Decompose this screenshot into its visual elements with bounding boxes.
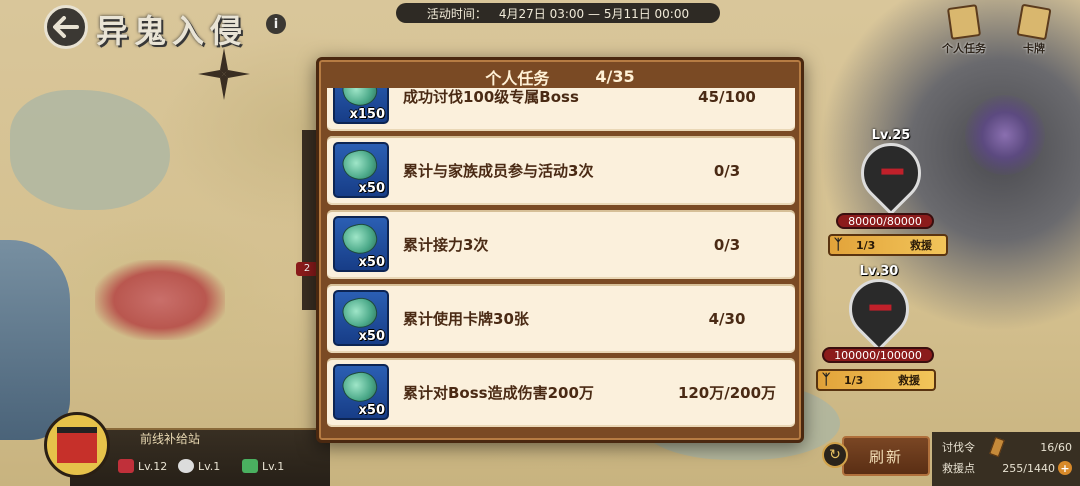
supply-station-avatar[interactable] [44, 412, 110, 478]
task-progress: 45/100 [698, 88, 756, 106]
task-row: x50 累计对Boss造成伤害200万 120万/200万 [327, 358, 795, 427]
compass-rose-icon [198, 48, 250, 100]
task-name: 累计对Boss造成伤害200万 [403, 384, 594, 402]
boss-level: Lv.30 [859, 264, 899, 279]
task-name: 累计使用卡牌30张 [403, 310, 529, 328]
boss-level: Lv.25 [871, 128, 911, 143]
page-title: 异鬼入侵 [96, 12, 249, 50]
personal-tasks-modal: 个人任务 4/35 x150 成功讨伐100级专属Boss 45/100 x50… [316, 57, 804, 443]
station-name: 前线补给站 [140, 432, 201, 446]
scroll-icon [946, 4, 982, 40]
cards-label: 卡牌 [1023, 42, 1045, 55]
refresh-button[interactable]: 刷新 [842, 436, 930, 476]
heart-icon [178, 459, 194, 473]
reward-icon[interactable]: x50 [333, 142, 389, 198]
task-row: x50 累计接力3次 0/3 [327, 210, 795, 279]
wave-decoration [0, 240, 70, 440]
reward-quantity: x150 [349, 107, 385, 122]
task-name: 累计与家族成员参与活动3次 [403, 162, 594, 180]
jade-gem-icon [339, 220, 381, 258]
reward-icon[interactable]: x150 [333, 88, 389, 124]
map-badge: 2 [296, 262, 318, 276]
personal-tasks-label: 个人任务 [942, 42, 986, 55]
cards-button[interactable]: 卡牌 [1006, 3, 1062, 58]
personal-tasks-button[interactable]: 个人任务 [936, 4, 992, 58]
token-value: 16/60 [1040, 440, 1072, 454]
card-icon [1016, 3, 1052, 41]
rescue-label: 救援 [898, 374, 920, 387]
jade-gem-icon [339, 368, 381, 406]
jade-gem-icon [339, 146, 381, 184]
task-list[interactable]: x150 成功讨伐100级专属Boss 45/100 x50 累计与家族成员参与… [327, 88, 795, 430]
reward-quantity: x50 [358, 255, 385, 270]
rescue-label: 救援 [910, 239, 932, 252]
reward-icon[interactable]: x50 [333, 290, 389, 346]
rescue-progress: 1/3 [856, 238, 876, 252]
arrow-left-icon [53, 16, 79, 38]
modal-progress: 4/35 [595, 67, 635, 86]
station-stat: Lv.1 [242, 459, 284, 473]
rescue-progress: 1/3 [844, 373, 864, 387]
rescue-points-value: 255/1440 [1002, 461, 1055, 475]
event-time-value: 4月27日 03:00 — 5月11日 00:00 [498, 6, 690, 21]
token-row: 讨伐令 16/60 [942, 436, 1072, 458]
sword-icon [118, 459, 134, 473]
claw-icon: ᛉ [822, 372, 831, 388]
task-progress: 120万/200万 [677, 384, 777, 402]
boss-hp-bar: 80000/80000 [836, 213, 934, 229]
task-progress: 0/3 [713, 235, 741, 254]
plus-icon[interactable]: + [1058, 461, 1072, 475]
event-time-banner: 活动时间： 4月27日 03:00 — 5月11日 00:00 [396, 3, 720, 23]
claw-icon: ᛉ [834, 237, 843, 253]
station-stat: Lv.12 [118, 459, 167, 473]
refresh-icon[interactable]: ↻ [822, 442, 848, 468]
red-island [95, 260, 225, 340]
boss-marker[interactable]: Lv.30 [836, 264, 922, 352]
task-row: x150 成功讨伐100级专属Boss 45/100 [327, 88, 795, 131]
reward-quantity: x50 [358, 181, 385, 196]
rescue-button[interactable]: ᛉ 1/3 救援 [816, 369, 936, 391]
back-button[interactable] [44, 5, 88, 49]
task-name: 累计接力3次 [403, 236, 489, 254]
boss-hp-bar: 100000/100000 [822, 347, 934, 363]
gate-icon [57, 427, 97, 463]
reward-icon[interactable]: x50 [333, 364, 389, 420]
task-name: 成功讨伐100级专属Boss [403, 88, 579, 106]
event-time-label: 活动时间： [426, 6, 487, 21]
info-icon[interactable]: i [266, 14, 286, 34]
task-progress: 0/3 [713, 161, 741, 180]
rescue-points-row: 救援点 255/1440 + [942, 460, 1072, 476]
task-row: x50 累计与家族成员参与活动3次 0/3 [327, 136, 795, 205]
reward-icon[interactable]: x50 [333, 216, 389, 272]
rescue-button[interactable]: ᛉ 1/3 救援 [828, 234, 948, 256]
reward-quantity: x50 [358, 329, 385, 344]
boss-marker[interactable]: Lv.25 [848, 128, 934, 216]
modal-title: 个人任务 [485, 68, 550, 88]
rescue-points-label: 救援点 [942, 462, 975, 475]
task-row: x50 累计使用卡牌30张 4/30 [327, 284, 795, 353]
sea-area [10, 90, 170, 210]
token-label: 讨伐令 [942, 441, 975, 454]
vortex-icon [965, 95, 1045, 175]
upgrade-arrow-icon [242, 459, 258, 473]
station-stat: Lv.1 [178, 459, 220, 473]
task-progress: 4/30 [708, 309, 746, 328]
reward-quantity: x50 [358, 403, 385, 418]
jade-gem-icon [339, 294, 381, 332]
